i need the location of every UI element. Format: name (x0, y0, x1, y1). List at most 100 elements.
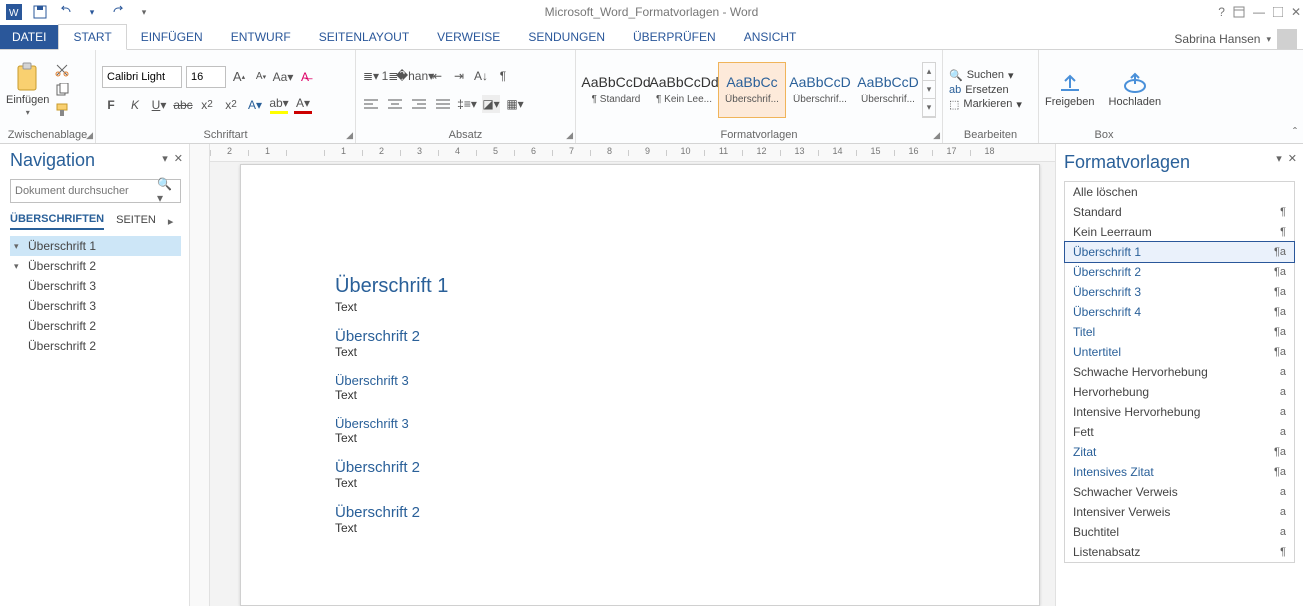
maximize-icon[interactable] (1273, 7, 1283, 17)
doc-p[interactable]: Text (335, 521, 1039, 535)
nav-search[interactable]: 🔍▾ (10, 179, 181, 203)
tab-datei[interactable]: DATEI (0, 25, 58, 49)
redo-icon[interactable] (108, 2, 128, 22)
style-tile[interactable]: AaBbCcÜberschrif... (718, 62, 786, 118)
italic-icon[interactable]: K (126, 96, 144, 114)
font-color-icon[interactable]: A▾ (294, 96, 312, 114)
nav-dropdown-icon[interactable]: ▾ (162, 152, 168, 165)
clipboard-launcher-icon[interactable]: ◢ (86, 130, 93, 141)
style-row[interactable]: Untertitel¶a (1065, 342, 1294, 362)
highlight-icon[interactable]: ab▾ (270, 96, 288, 114)
showmarks-icon[interactable]: ¶ (494, 67, 512, 85)
tab-ueberpruefen[interactable]: ÜBERPRÜFEN (619, 25, 730, 49)
change-case-icon[interactable]: Aa▾ (274, 68, 292, 86)
doc-h3[interactable]: Überschrift 3 (335, 373, 1039, 388)
upload-button[interactable]: Hochladen (1109, 72, 1162, 108)
style-row[interactable]: Überschrift 4¶a (1065, 302, 1294, 322)
font-name-input[interactable] (102, 66, 182, 88)
styles-dropdown-icon[interactable]: ▾ (1276, 152, 1282, 165)
style-row[interactable]: Schwacher Verweisa (1065, 482, 1294, 502)
cut-icon[interactable] (55, 63, 69, 77)
shading-icon[interactable]: ◪▾ (482, 95, 500, 113)
format-painter-icon[interactable] (55, 103, 69, 117)
borders-icon[interactable]: ▦▾ (506, 95, 524, 113)
nav-item[interactable]: ▾Überschrift 2 (10, 256, 181, 276)
style-row[interactable]: Intensiver Verweisa (1065, 502, 1294, 522)
replace-button[interactable]: abErsetzen (949, 84, 1022, 96)
search-input[interactable] (15, 185, 157, 197)
ribbon-display-icon[interactable] (1233, 6, 1245, 18)
style-tile[interactable]: AaBbCcDd¶ Standard (582, 62, 650, 118)
align-right-icon[interactable] (410, 95, 428, 113)
tab-entwurf[interactable]: ENTWURF (217, 25, 305, 49)
doc-p[interactable]: Text (335, 345, 1039, 359)
style-row[interactable]: Intensives Zitat¶a (1065, 462, 1294, 482)
qat-customize-icon[interactable]: ▾ (134, 2, 154, 22)
tab-sendungen[interactable]: SENDUNGEN (514, 25, 619, 49)
tab-start[interactable]: START (58, 24, 126, 50)
style-row[interactable]: Überschrift 3¶a (1065, 282, 1294, 302)
nav-item[interactable]: Überschrift 2 (10, 336, 181, 356)
page[interactable]: Überschrift 1TextÜberschrift 2TextÜbersc… (240, 164, 1040, 606)
decrease-indent-icon[interactable]: ⇤ (428, 67, 446, 85)
style-tile[interactable]: AaBbCcDÜberschrif... (786, 62, 854, 118)
doc-p[interactable]: Text (335, 300, 1039, 314)
superscript-icon[interactable]: x2 (222, 96, 240, 114)
share-button[interactable]: Freigeben (1045, 72, 1095, 108)
tab-seitenlayout[interactable]: SEITENLAYOUT (305, 25, 423, 49)
search-icon[interactable]: 🔍▾ (157, 177, 176, 205)
doc-h3[interactable]: Überschrift 3 (335, 416, 1039, 431)
nav-close-icon[interactable]: ✕ (174, 152, 183, 165)
style-row[interactable]: Buchtitela (1065, 522, 1294, 542)
style-tile[interactable]: AaBbCcDÜberschrif... (854, 62, 922, 118)
avatar[interactable] (1277, 29, 1297, 49)
underline-icon[interactable]: U▾ (150, 96, 168, 114)
style-row[interactable]: Schwache Hervorhebunga (1065, 362, 1294, 382)
style-row[interactable]: Listenabsatz¶ (1065, 542, 1294, 562)
strike-icon[interactable]: abc (174, 96, 192, 114)
font-launcher-icon[interactable]: ◢ (346, 130, 353, 141)
styles-close-icon[interactable]: ✕ (1288, 152, 1297, 165)
nav-item[interactable]: Überschrift 2 (10, 316, 181, 336)
copy-icon[interactable] (55, 83, 69, 97)
minimize-icon[interactable]: — (1253, 5, 1265, 19)
undo-icon[interactable] (56, 2, 76, 22)
style-row[interactable]: Titel¶a (1065, 322, 1294, 342)
tab-ansicht[interactable]: ANSICHT (730, 25, 811, 49)
align-center-icon[interactable] (386, 95, 404, 113)
undo-dropdown-icon[interactable]: ▾ (82, 2, 102, 22)
style-row[interactable]: Überschrift 1¶a (1064, 241, 1295, 263)
styles-more[interactable]: ▴▾▾ (922, 62, 936, 118)
nav-tab-pages[interactable]: SEITEN (116, 214, 156, 229)
nav-item[interactable]: Überschrift 3 (10, 296, 181, 316)
user-dropdown-icon[interactable]: ▾ (1266, 34, 1271, 45)
doc-p[interactable]: Text (335, 388, 1039, 402)
justify-icon[interactable] (434, 95, 452, 113)
tab-verweise[interactable]: VERWEISE (423, 25, 514, 49)
nav-tab-headings[interactable]: ÜBERSCHRIFTEN (10, 213, 104, 230)
style-tile[interactable]: AaBbCcDd¶ Kein Lee... (650, 62, 718, 118)
doc-h1[interactable]: Überschrift 1 (335, 275, 1039, 298)
doc-p[interactable]: Text (335, 476, 1039, 490)
bold-icon[interactable]: F (102, 96, 120, 114)
find-button[interactable]: 🔍Suchen▾ (949, 69, 1022, 82)
subscript-icon[interactable]: x2 (198, 96, 216, 114)
align-left-icon[interactable] (362, 95, 380, 113)
style-row[interactable]: Alle löschen (1065, 182, 1294, 202)
bullets-icon[interactable]: ≣▾ (362, 67, 380, 85)
user-name[interactable]: Sabrina Hansen (1174, 32, 1260, 46)
paste-button[interactable]: Einfügen ▾ (6, 62, 49, 117)
save-icon[interactable] (30, 2, 50, 22)
style-row[interactable]: Überschrift 2¶a (1065, 262, 1294, 282)
nav-item[interactable]: ▾Überschrift 1 (10, 236, 181, 256)
doc-p[interactable]: Text (335, 431, 1039, 445)
paragraph-launcher-icon[interactable]: ◢ (566, 130, 573, 141)
style-row[interactable]: Hervorhebunga (1065, 382, 1294, 402)
multilevel-icon[interactable]: �han▾ (406, 67, 424, 85)
styles-launcher-icon[interactable]: ◢ (933, 130, 940, 141)
line-spacing-icon[interactable]: ‡≡▾ (458, 95, 476, 113)
shrink-font-icon[interactable]: A▾ (252, 68, 270, 86)
help-icon[interactable]: ? (1218, 5, 1225, 19)
style-row[interactable]: Zitat¶a (1065, 442, 1294, 462)
text-effects-icon[interactable]: A▾ (246, 96, 264, 114)
